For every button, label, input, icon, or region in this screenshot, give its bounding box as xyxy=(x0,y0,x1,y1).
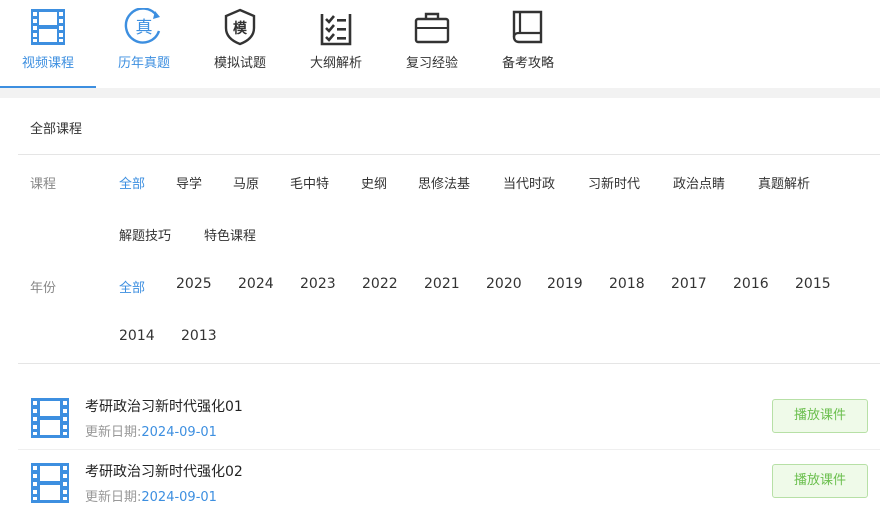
nav-tab-video-courses[interactable]: 视频课程 xyxy=(0,0,96,88)
play-courseware-button[interactable]: 播放课件 xyxy=(772,464,868,498)
mo-shield-icon: 模 xyxy=(224,8,256,46)
course-update-date: 更新日期:2024-09-01 xyxy=(85,421,217,440)
play-courseware-button[interactable]: 播放课件 xyxy=(772,399,868,433)
mo-badge-char: 模 xyxy=(233,20,248,37)
year-filter-option[interactable]: 2017 xyxy=(671,276,707,292)
checklist-icon xyxy=(320,14,352,46)
course-filter-option[interactable]: 当代时政 xyxy=(503,173,555,192)
year-filter-all[interactable]: 全部 xyxy=(119,277,145,296)
year-filter-option[interactable]: 2018 xyxy=(609,276,645,292)
year-filter-option[interactable]: 2013 xyxy=(181,328,217,344)
course-filter-option[interactable]: 解题技巧 xyxy=(119,225,171,244)
film-icon xyxy=(31,398,69,438)
course-filter-option[interactable]: 政治点睛 xyxy=(673,173,725,192)
nav-tab-syllabus[interactable]: 大纲解析 xyxy=(288,0,384,88)
zhen-badge-char: 真 xyxy=(136,18,153,38)
nav-tab-label: 视频课程 xyxy=(21,56,74,71)
course-title[interactable]: 考研政治习新时代强化01 xyxy=(85,396,243,416)
nav-tab-mock-exams[interactable]: 模 模拟试题 xyxy=(192,0,288,88)
briefcase-icon xyxy=(414,12,450,44)
date-value: 2024-09-01 xyxy=(141,425,217,440)
year-filter-option[interactable]: 2025 xyxy=(176,276,212,292)
nav-tab-review-experience[interactable]: 复习经验 xyxy=(384,0,480,88)
year-filter-option[interactable]: 2023 xyxy=(300,276,336,292)
year-filter-option[interactable]: 2016 xyxy=(733,276,769,292)
date-label: 更新日期: xyxy=(85,490,142,505)
nav-tab-exam-guide[interactable]: 备考攻略 xyxy=(480,0,576,88)
course-filter-option[interactable]: 思修法基 xyxy=(418,173,470,192)
course-filter-option[interactable]: 马原 xyxy=(233,173,259,192)
top-nav: 视频课程 真 历年真题 模 模拟试题 大纲解析 复习经验 备考攻略 xyxy=(0,0,880,88)
section-title: 全部课程 xyxy=(30,122,83,137)
film-icon xyxy=(31,9,65,45)
nav-tab-label: 大纲解析 xyxy=(309,56,362,71)
year-filter-option[interactable]: 2021 xyxy=(424,276,460,292)
course-filter-all[interactable]: 全部 xyxy=(119,173,145,192)
year-filter-option[interactable]: 2019 xyxy=(547,276,583,292)
nav-tab-label: 备考攻略 xyxy=(501,56,554,71)
course-filter-label: 课程 xyxy=(30,177,57,192)
year-filter-option[interactable]: 2024 xyxy=(238,276,274,292)
course-filter-option[interactable]: 特色课程 xyxy=(204,225,256,244)
nav-tab-label: 模拟试题 xyxy=(213,56,266,71)
course-list-item: 考研政治习新时代强化02 更新日期:2024-09-01 播放课件 xyxy=(18,450,880,514)
course-filter-option[interactable]: 毛中特 xyxy=(290,173,329,192)
nav-tab-label: 历年真题 xyxy=(117,56,170,71)
year-filter-option[interactable]: 2014 xyxy=(119,328,155,344)
book-icon xyxy=(512,10,543,44)
zhen-badge-icon: 真 xyxy=(124,8,161,44)
year-filter-option[interactable]: 2022 xyxy=(362,276,398,292)
year-filter-label: 年份 xyxy=(30,281,57,296)
divider xyxy=(18,154,880,155)
date-value: 2024-09-01 xyxy=(141,490,217,505)
course-filter-option[interactable]: 导学 xyxy=(176,173,202,192)
course-update-date: 更新日期:2024-09-01 xyxy=(85,486,217,505)
nav-tab-label: 复习经验 xyxy=(405,56,458,71)
divider xyxy=(18,363,880,364)
section-divider-band xyxy=(0,88,880,98)
course-filter-option[interactable]: 真题解析 xyxy=(758,173,810,192)
year-filter-option[interactable]: 2015 xyxy=(795,276,831,292)
course-list-item: 考研政治习新时代强化01 更新日期:2024-09-01 播放课件 xyxy=(18,385,880,449)
course-filter-option[interactable]: 史纲 xyxy=(361,173,387,192)
film-icon xyxy=(31,463,69,503)
year-filter-option[interactable]: 2020 xyxy=(486,276,522,292)
date-label: 更新日期: xyxy=(85,425,142,440)
course-filter-option[interactable]: 习新时代 xyxy=(588,173,640,192)
course-title[interactable]: 考研政治习新时代强化02 xyxy=(85,461,243,481)
nav-tab-past-exams[interactable]: 真 历年真题 xyxy=(96,0,192,88)
